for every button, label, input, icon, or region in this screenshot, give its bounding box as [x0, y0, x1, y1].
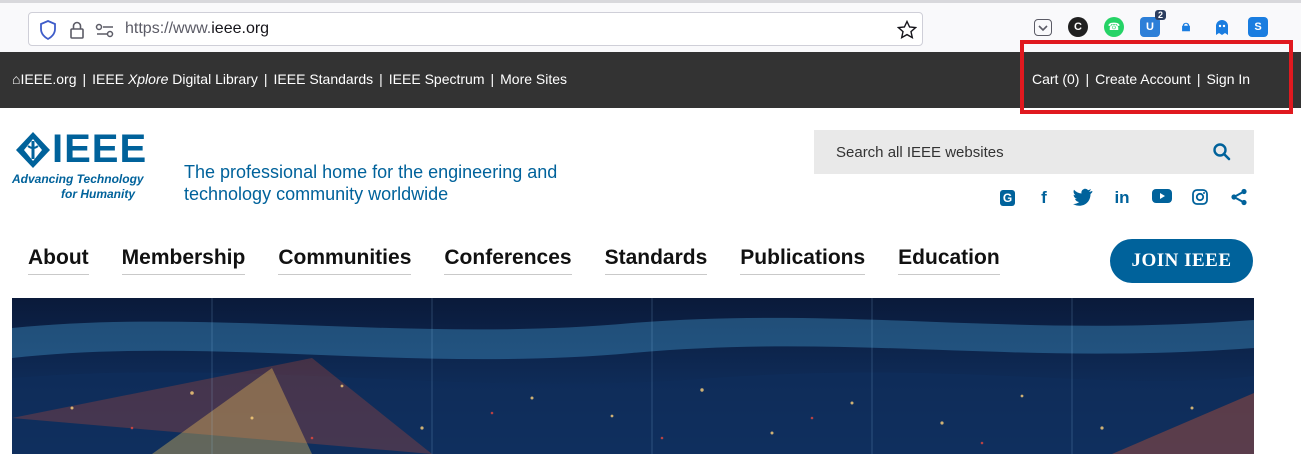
permissions-icon[interactable] — [95, 22, 115, 38]
whatsapp-icon[interactable]: ☎ — [1104, 17, 1124, 37]
ieee-logo[interactable]: IEEE Advancing Technology for Humanity — [12, 127, 152, 210]
social-links: G f in — [1000, 188, 1249, 208]
logo-wordmark: IEEE — [52, 127, 148, 171]
create-account-link[interactable]: Create Account — [1095, 71, 1191, 87]
tagline-line-2: technology community worldwide — [184, 184, 449, 204]
shield-icon[interactable] — [39, 20, 57, 40]
ieee-diamond-icon — [16, 132, 50, 168]
search-input[interactable] — [814, 130, 1204, 174]
join-ieee-button[interactable]: JOIN IEEE — [1110, 239, 1253, 283]
site-tagline: The professional home for the engineerin… — [184, 161, 557, 205]
sign-in-link[interactable]: Sign In — [1206, 71, 1250, 87]
url-prefix: https://www. — [125, 20, 212, 37]
facebook-icon[interactable]: f — [1034, 188, 1054, 208]
standards-link[interactable]: IEEE Standards — [274, 71, 374, 87]
ublock-badge: 2 — [1154, 10, 1166, 20]
lock-extension-icon[interactable]: 🔒︎ — [1176, 17, 1196, 37]
url-domain: ieee.org — [211, 20, 270, 37]
nav-standards[interactable]: Standards — [604, 246, 708, 275]
xplore-suffix: Digital Library — [168, 71, 258, 87]
account-links: Cart (0) | Create Account | Sign In — [1032, 71, 1250, 87]
extensions-toolbar: C ☎ U2 🔒︎ S — [1034, 10, 1268, 39]
separator: | — [263, 71, 268, 87]
nav-education[interactable]: Education — [898, 246, 1000, 275]
instagram-icon[interactable] — [1190, 188, 1210, 208]
bookmark-star-icon[interactable] — [897, 20, 917, 40]
xplore-prefix: IEEE — [92, 71, 128, 87]
search-icon[interactable] — [1212, 142, 1232, 162]
xplore-italic: Xplore — [127, 71, 169, 87]
share-icon[interactable] — [1229, 188, 1249, 208]
ieee-org-link[interactable]: IEEE.org — [20, 71, 76, 87]
logo-tagline-2: for Humanity — [61, 187, 136, 201]
more-sites-link[interactable]: More Sites — [500, 71, 567, 87]
separator: | — [82, 71, 87, 87]
pocket-icon[interactable] — [1034, 19, 1052, 36]
nav-publications[interactable]: Publications — [740, 246, 866, 275]
nav-conferences[interactable]: Conferences — [444, 246, 572, 275]
separator: | — [379, 71, 383, 87]
lock-icon[interactable] — [69, 20, 85, 40]
logo-tagline-1: Advancing Technology — [12, 172, 144, 186]
separator: | — [1196, 71, 1201, 87]
cart-link[interactable]: Cart (0) — [1032, 71, 1079, 87]
linkedin-icon[interactable]: in — [1112, 188, 1132, 208]
nav-communities[interactable]: Communities — [278, 246, 412, 275]
spectrum-link[interactable]: IEEE Spectrum — [389, 71, 485, 87]
s-extension-icon[interactable]: S — [1248, 17, 1268, 37]
xplore-link[interactable]: IEEE Xplore Digital Library — [92, 71, 258, 87]
url-text[interactable]: https://www.ieee.org — [125, 20, 269, 38]
ghost-icon[interactable] — [1212, 17, 1232, 37]
main-navigation: About Membership Communities Conferences… — [28, 246, 1033, 275]
ublock-icon[interactable]: U2 — [1140, 10, 1166, 37]
hero-banner-image[interactable] — [12, 298, 1254, 454]
ieee-collabratec-icon[interactable]: G — [1000, 190, 1015, 206]
separator: | — [490, 71, 495, 87]
nav-about[interactable]: About — [28, 246, 89, 275]
separator: | — [1085, 71, 1090, 87]
tagline-line-1: The professional home for the engineerin… — [184, 162, 558, 182]
extension-c-icon[interactable]: C — [1068, 17, 1088, 37]
youtube-icon[interactable] — [1151, 188, 1172, 208]
url-bar[interactable]: https://www.ieee.org — [28, 12, 923, 46]
twitter-icon[interactable] — [1073, 188, 1093, 208]
meta-links: ⌂IEEE.org | IEEE Xplore Digital Library | IE… — [12, 71, 567, 87]
city-lights-illustration — [12, 298, 1254, 454]
meta-navigation: ⌂IEEE.org | IEEE Xplore Digital Library | IE… — [0, 52, 1301, 108]
nav-membership[interactable]: Membership — [121, 246, 246, 275]
search-box — [814, 130, 1254, 174]
browser-toolbar: https://www.ieee.org C ☎ U2 🔒︎ S — [0, 0, 1301, 52]
